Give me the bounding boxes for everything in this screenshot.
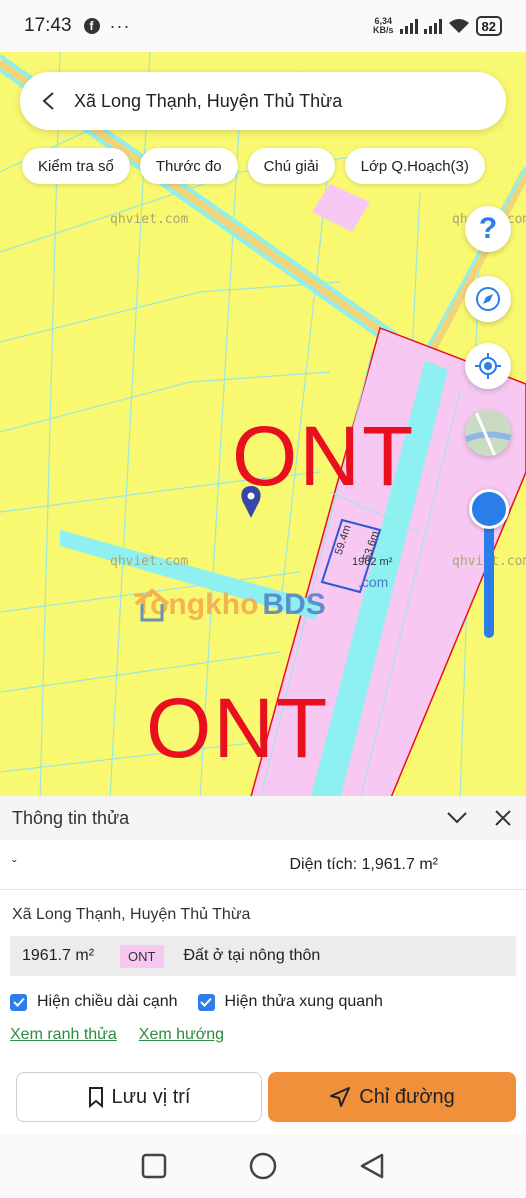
zone-label: ONT (232, 409, 416, 503)
compass-button[interactable] (465, 276, 511, 322)
my-location-button[interactable] (465, 343, 511, 389)
land-use-row: 1961.7 m² ONT Đất ở tại nông thôn (10, 936, 516, 976)
show-neighbor-parcels-option[interactable]: Hiện thửa xung quanh (197, 993, 383, 1011)
signal-icon-2 (423, 18, 442, 34)
check-certificate-chip[interactable]: Kiểm tra sổ (22, 148, 130, 184)
back-button[interactable] (36, 89, 60, 113)
view-boundary-link[interactable]: Xem ranh thửa (10, 1026, 117, 1044)
checkbox-checked-icon[interactable] (10, 993, 27, 1011)
parcel-address: Xã Long Thạnh, Huyện Thủ Thừa (12, 906, 251, 923)
map-thumbnail-icon (465, 410, 511, 456)
area-row: ˇ Diện tích: 1,961.7 m² (0, 840, 526, 890)
location-title: Xã Long Thạnh, Huyện Thủ Thừa (74, 90, 343, 111)
status-indicators: 6,34 KB/s 82 (373, 16, 502, 36)
land-use-description: Đất ở tại nông thôn (183, 947, 321, 964)
show-edge-lengths-option[interactable]: Hiện chiều dài cạnh (10, 993, 178, 1011)
close-icon[interactable] (494, 809, 512, 827)
sheet-header: Thông tin thửa (0, 796, 526, 840)
sheet-actions: Lưu vị trí Chỉ đường (16, 1072, 516, 1122)
more-notifications-icon: ··· (109, 15, 131, 36)
area-value: Diện tích: 1,961.7 m² (289, 855, 438, 873)
home-icon[interactable] (248, 1151, 278, 1181)
compass-icon (476, 287, 500, 311)
zone-label: ONT (146, 681, 330, 775)
logo-suffix: .com (358, 574, 389, 590)
signal-icon (399, 18, 418, 34)
land-area: 1961.7 m² (22, 947, 95, 964)
wifi-icon (448, 19, 469, 33)
land-code-badge: ONT (120, 944, 164, 968)
map-watermark: qhviet.com (110, 554, 189, 569)
map-watermark: qhviet.com (110, 212, 189, 227)
house-logo-icon (134, 588, 170, 622)
status-time: 17:43 (24, 15, 72, 36)
sheet-title: Thông tin thửa (12, 807, 130, 828)
display-options: Hiện chiều dài cạnh Hiện thửa xung quanh (0, 976, 526, 1016)
planning-layers-chip[interactable]: Lớp Q.Hoạch(3) (344, 148, 485, 184)
collapse-chevron-icon[interactable] (446, 811, 468, 825)
network-speed: 6,34 KB/s (373, 16, 394, 35)
question-icon: ? (478, 212, 498, 245)
battery-indicator: 82 (475, 16, 502, 36)
location-header: Xã Long Thạnh, Huyện Thủ Thừa (20, 72, 506, 130)
bookmark-icon (88, 1087, 103, 1108)
help-button[interactable]: ? (465, 206, 511, 252)
parcel-number: ˇ (12, 856, 17, 873)
system-nav-bar (0, 1134, 526, 1198)
parcel-info-sheet: Thông tin thửa ˇ Diện tích: 1,961.7 m² X… (0, 796, 526, 1134)
sheet-links: Xem ranh thửa Xem hướng (0, 1016, 526, 1044)
opacity-slider-thumb[interactable] (469, 489, 509, 529)
ruler-chip[interactable]: Thước đo (139, 148, 238, 184)
directions-button[interactable]: Chỉ đường (268, 1072, 516, 1122)
crosshair-icon (475, 353, 501, 379)
back-arrow-icon (42, 92, 54, 110)
map-tools: Kiểm tra sổ Thước đo Chú giải Lớp Q.Hoạc… (22, 148, 485, 184)
back-nav-icon[interactable] (358, 1152, 386, 1180)
parcel-area-label: 1962 m² (352, 556, 393, 568)
save-location-button[interactable]: Lưu vị trí (16, 1072, 262, 1122)
view-direction-link[interactable]: Xem hướng (139, 1026, 224, 1044)
recents-icon[interactable] (140, 1152, 168, 1180)
tongkho-logo: Tongkho BDS (134, 588, 326, 622)
checkbox-checked-icon[interactable] (197, 993, 215, 1011)
base-map-button[interactable] (465, 410, 511, 456)
legend-chip[interactable]: Chú giải (247, 148, 335, 184)
send-arrow-icon (330, 1087, 351, 1107)
facebook-icon: f (83, 18, 100, 34)
status-bar: 17:43 f ··· 6,34 KB/s 82 (0, 0, 526, 52)
